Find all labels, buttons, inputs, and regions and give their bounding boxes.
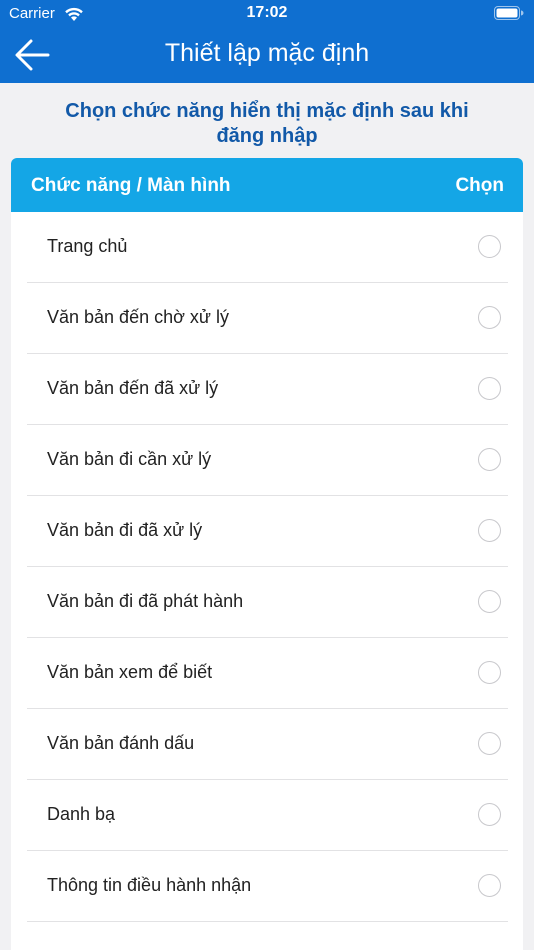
default-screen-table: Chức năng / Màn hình Chọn Trang chủ Văn … (11, 158, 523, 950)
option-label: Văn bản đánh dấu (47, 733, 195, 753)
page-title: Thiết lập mặc định (164, 39, 370, 67)
option-row[interactable]: Danh bạ (11, 780, 523, 851)
option-row[interactable]: Thông tin điều hành nhận (11, 851, 523, 922)
radio-button[interactable] (478, 661, 501, 684)
option-row[interactable]: Văn bản xem để biết (11, 638, 523, 709)
option-row[interactable]: Văn bản đánh dấu (11, 709, 523, 780)
radio-button[interactable] (478, 448, 501, 471)
radio-button[interactable] (478, 590, 501, 613)
radio-button[interactable] (478, 803, 501, 826)
option-row[interactable]: Văn bản đi đã xử lý (11, 496, 523, 567)
option-label: Danh bạ (47, 804, 116, 824)
option-label: Văn bản đi cần xử lý (47, 449, 212, 469)
option-label: Văn bản đến chờ xử lý (47, 307, 229, 327)
option-row[interactable]: Văn bản đến đã xử lý (11, 354, 523, 425)
option-list: Trang chủ Văn bản đến chờ xử lý Văn bản … (11, 212, 523, 922)
option-label: Văn bản xem để biết (47, 662, 213, 682)
navigation-bar: Thiết lập mặc định (0, 28, 534, 83)
clock: 17:02 (246, 4, 288, 21)
option-row[interactable]: Văn bản đến chờ xử lý (11, 283, 523, 354)
battery-icon (494, 6, 524, 20)
radio-button[interactable] (478, 874, 501, 897)
option-row[interactable]: Trang chủ (11, 212, 523, 283)
option-label: Văn bản đi đã xử lý (47, 520, 203, 540)
top-bar: Carrier 17:02 Thiết lập mặc định (0, 0, 534, 83)
option-label: Văn bản đến đã xử lý (47, 378, 219, 398)
instruction-text: Chọn chức năng hiển thị mặc định sau khi… (65, 100, 469, 147)
radio-button[interactable] (478, 235, 501, 258)
option-label: Trang chủ (47, 236, 128, 256)
option-row[interactable]: Văn bản đi đã phát hành (11, 567, 523, 638)
radio-button[interactable] (478, 377, 501, 400)
status-bar: Carrier 17:02 (0, 0, 534, 28)
option-row[interactable]: Văn bản đi cần xử lý (11, 425, 523, 496)
option-label: Văn bản đi đã phát hành (47, 591, 244, 611)
radio-button[interactable] (478, 306, 501, 329)
header-function: Chức năng / Màn hình (31, 175, 231, 196)
header-select: Chọn (455, 175, 504, 196)
radio-button[interactable] (478, 519, 501, 542)
option-label: Thông tin điều hành nhận (47, 875, 252, 895)
radio-button[interactable] (478, 732, 501, 755)
table-header: Chức năng / Màn hình Chọn (11, 158, 523, 212)
